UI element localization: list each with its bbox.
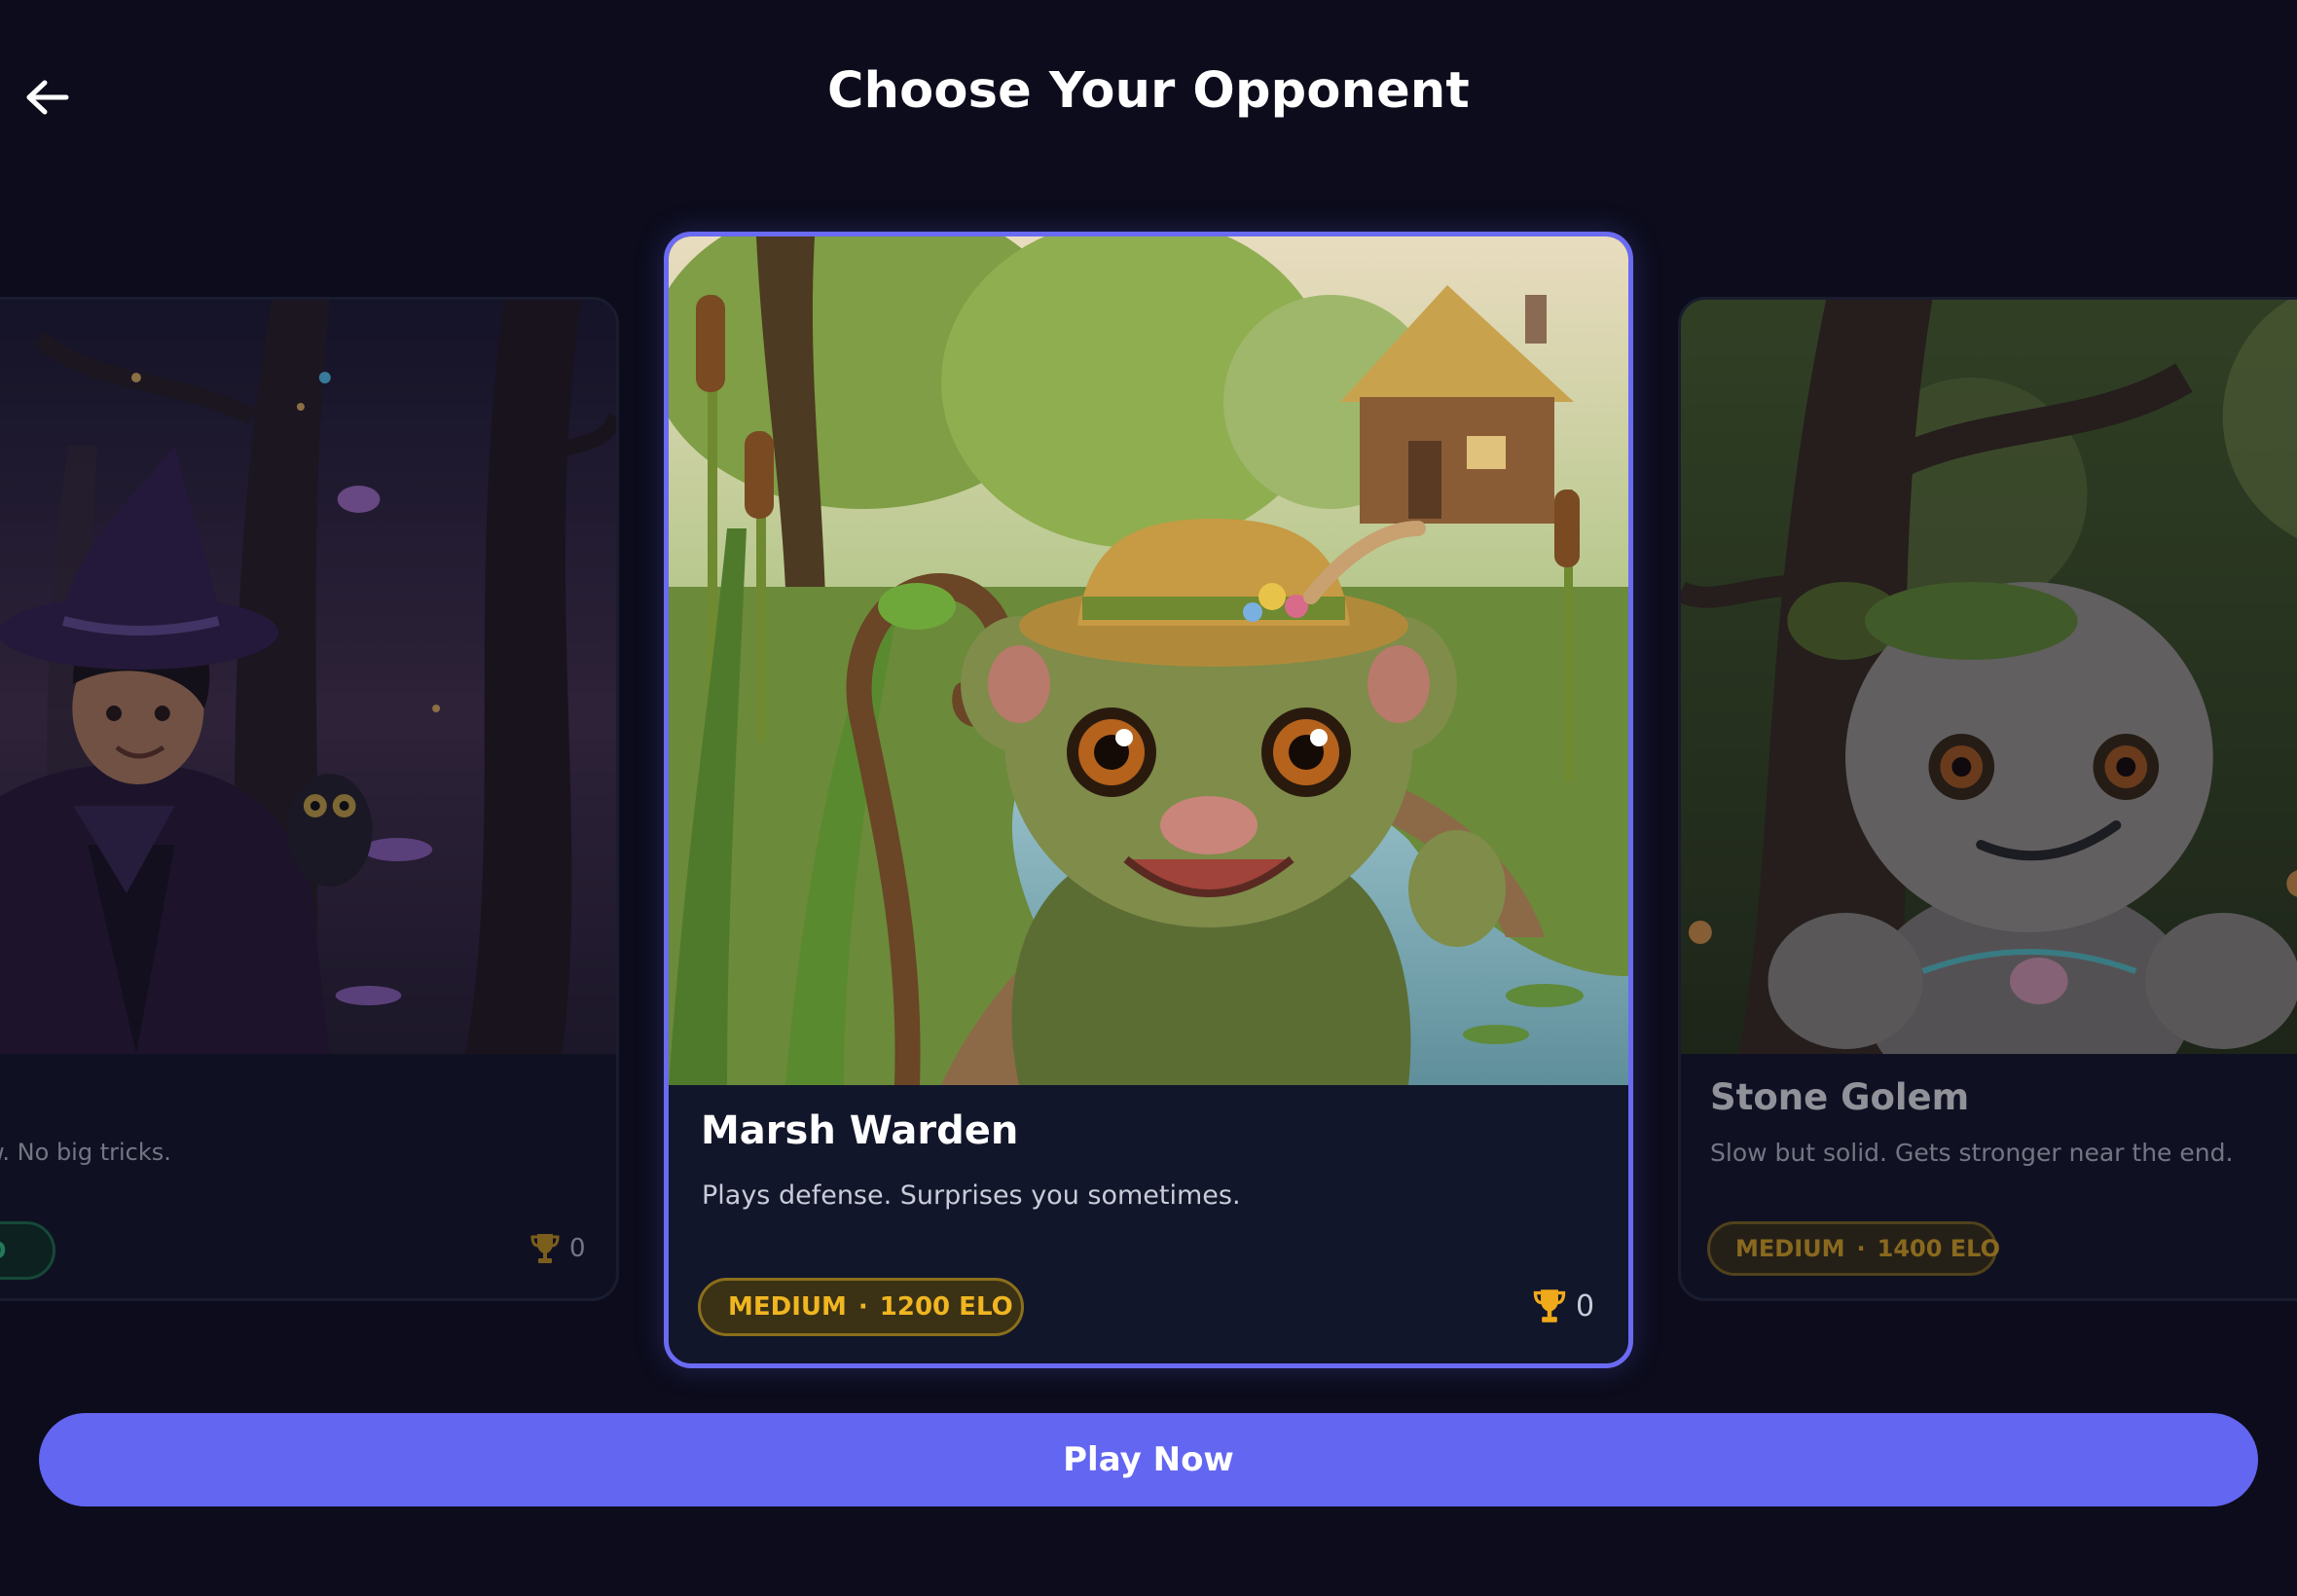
trophy-count: 0 — [530, 1232, 586, 1265]
play-now-button[interactable]: Play Now — [39, 1413, 2258, 1506]
opponent-description: Plays defense. Surprises you sometimes. — [702, 1180, 1241, 1211]
badge-separator: · — [857, 1292, 868, 1322]
opponent-description: Slow but solid. Gets stronger near the e… — [1710, 1139, 2234, 1167]
opponent-name: Marsh Warden — [701, 1108, 1019, 1153]
wizard-portrait-image — [0, 300, 616, 1054]
trophy-icon — [530, 1234, 560, 1263]
page-title: Choose Your Opponent — [826, 62, 1470, 120]
trophy-count: 0 — [1533, 1288, 1594, 1324]
stone-golem-portrait-image — [1681, 300, 2297, 1054]
difficulty-badge: O — [0, 1221, 55, 1280]
badge-elo: O — [0, 1237, 6, 1264]
badge-separator: · — [1856, 1235, 1866, 1262]
difficulty-badge: MEDIUM · 1400 ELO — [1707, 1221, 2001, 1276]
badge-elo: 1200 ELO — [879, 1292, 1013, 1322]
badge-elo: 1400 ELO — [1877, 1235, 2001, 1262]
opponent-card-right[interactable]: Stone Golem Slow but solid. Gets stronge… — [1678, 297, 2297, 1301]
trophy-value: 0 — [1576, 1288, 1595, 1324]
trophy-value: 0 — [569, 1234, 586, 1263]
opponent-card-selected[interactable]: Marsh Warden Plays defense. Surprises yo… — [664, 232, 1633, 1368]
opponent-select-screen: Choose Your Opponent w. No big tricks. 0… — [0, 0, 2297, 1596]
opponent-description: w. No big tricks. — [0, 1139, 171, 1166]
opponent-card-left[interactable]: w. No big tricks. O 0 — [0, 297, 619, 1301]
opponent-name: Stone Golem — [1710, 1076, 1970, 1118]
difficulty-badge: MEDIUM · 1200 ELO — [698, 1278, 1024, 1336]
marsh-warden-portrait-image — [669, 236, 1628, 1085]
trophy-icon — [1533, 1289, 1566, 1323]
badge-difficulty: MEDIUM — [728, 1292, 847, 1322]
badge-difficulty: MEDIUM — [1735, 1235, 1845, 1262]
